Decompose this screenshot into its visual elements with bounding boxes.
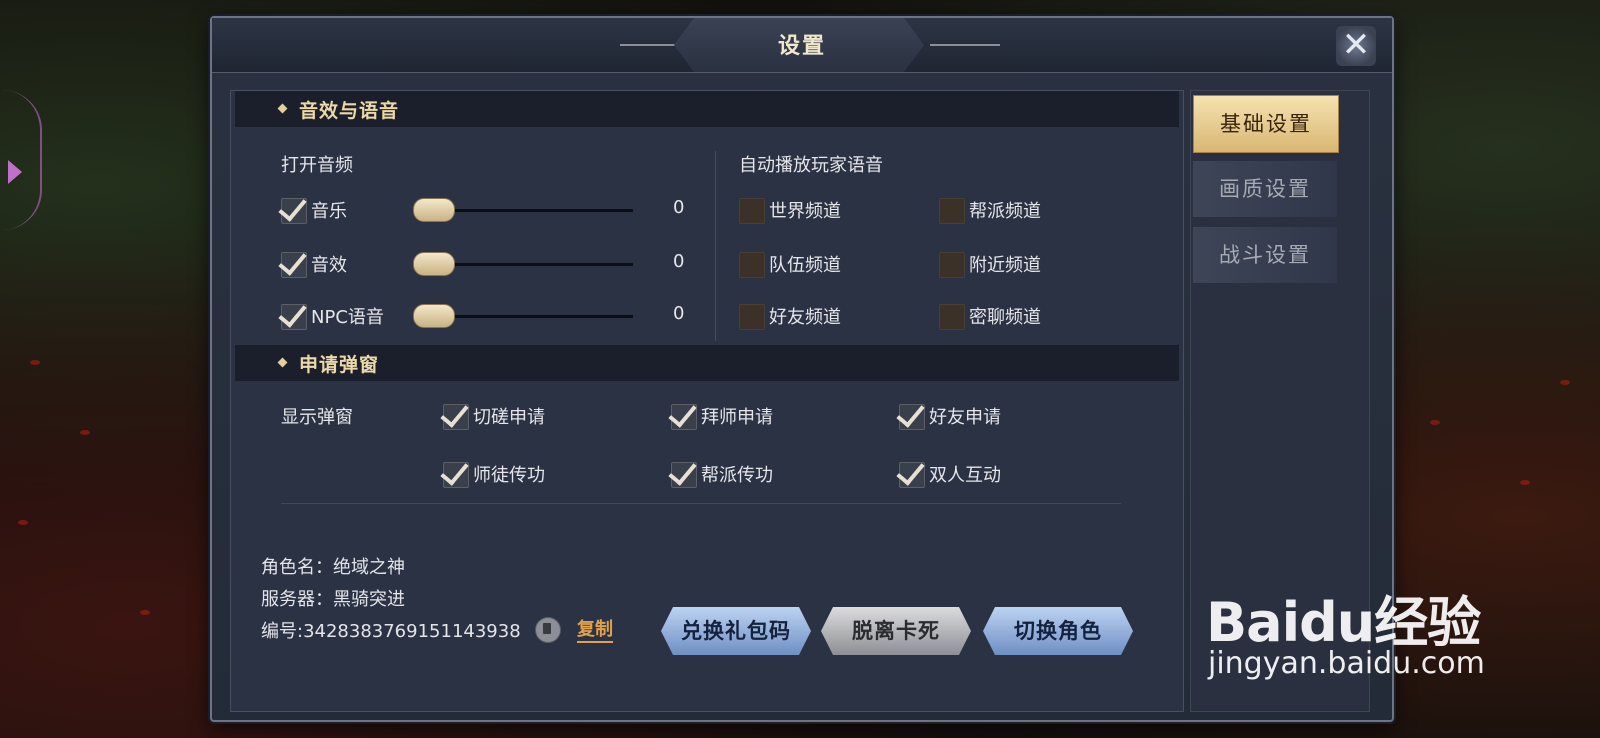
- leaf-decor: [30, 360, 40, 365]
- npc-voice-slider-knob[interactable]: [413, 304, 455, 328]
- diamond-bullet-icon: [277, 103, 288, 114]
- channel-guild-label: 帮派频道: [969, 201, 1041, 222]
- npc-voice-label: NPC语音: [311, 307, 384, 328]
- popup-guild-transfer-checkbox[interactable]: [668, 456, 697, 488]
- popup-friend-checkbox[interactable]: [896, 398, 925, 430]
- popup-duo-interaction-checkbox[interactable]: [896, 456, 925, 488]
- tab-combat-settings[interactable]: 战斗设置: [1193, 227, 1337, 283]
- check-icon: [440, 398, 469, 428]
- copy-id-link[interactable]: 复制: [577, 615, 613, 643]
- channel-world-checkbox[interactable]: [739, 198, 765, 224]
- check-icon: [278, 246, 307, 276]
- audio-column-divider: [715, 151, 716, 341]
- close-icon[interactable]: ✕: [1336, 26, 1376, 66]
- clipboard-icon[interactable]: [535, 617, 561, 643]
- music-slider-knob[interactable]: [413, 198, 455, 222]
- show-popup-label: 显示弹窗: [281, 407, 353, 428]
- autoplay-voice-label: 自动播放玩家语音: [739, 155, 883, 176]
- section-title-popup: 申请弹窗: [299, 354, 380, 376]
- channel-friend-label: 好友频道: [769, 307, 841, 328]
- check-icon: [668, 456, 697, 486]
- sfx-volume-value: 0: [673, 251, 685, 272]
- popup-mentor-transfer-checkbox[interactable]: [440, 456, 469, 488]
- settings-content: 音效与语音 打开音频 音乐 0 音效 0 NPC语音 0 自动播放玩家语音 世界…: [230, 90, 1184, 712]
- popup-friend-label: 好友申请: [929, 407, 1001, 428]
- section-header-popup: 申请弹窗: [235, 345, 1179, 381]
- npc-voice-checkbox[interactable]: [278, 298, 307, 330]
- leaf-decor: [1430, 420, 1440, 425]
- dialog-titlebar: 设置 ✕: [212, 18, 1392, 73]
- sfx-checkbox[interactable]: [278, 246, 307, 278]
- section-header-audio: 音效与语音: [235, 91, 1179, 127]
- channel-world-label: 世界频道: [769, 201, 841, 222]
- check-icon: [896, 456, 925, 486]
- redeem-code-button[interactable]: 兑换礼包码: [661, 607, 811, 655]
- server-name: 服务器：黑骑突进: [261, 589, 405, 610]
- popup-section-divider: [281, 503, 1121, 504]
- channel-private-checkbox[interactable]: [939, 304, 965, 330]
- baidu-watermark-url: jingyan.baidu.com: [1208, 646, 1485, 681]
- character-name: 角色名：绝域之神: [261, 557, 405, 578]
- music-volume-value: 0: [673, 197, 685, 218]
- leaf-decor: [80, 430, 90, 435]
- check-icon: [668, 398, 697, 428]
- popup-guild-transfer-label: 帮派传功: [701, 465, 773, 486]
- tab-basic-settings[interactable]: 基础设置: [1193, 95, 1339, 153]
- side-expand-arrow-icon[interactable]: [8, 160, 22, 184]
- popup-duel-checkbox[interactable]: [440, 398, 469, 430]
- channel-team-label: 队伍频道: [769, 255, 841, 276]
- channel-friend-checkbox[interactable]: [739, 304, 765, 330]
- unstuck-button[interactable]: 脱离卡死: [821, 607, 971, 655]
- check-icon: [278, 298, 307, 328]
- popup-apprentice-label: 拜师申请: [701, 407, 773, 428]
- sfx-slider-knob[interactable]: [413, 252, 455, 276]
- character-id: 编号:3428383769151143938: [261, 621, 521, 642]
- tab-graphics-settings[interactable]: 画质设置: [1193, 161, 1337, 217]
- check-icon: [896, 398, 925, 428]
- leaf-decor: [1560, 380, 1570, 385]
- sfx-label: 音效: [311, 255, 347, 276]
- popup-apprentice-checkbox[interactable]: [668, 398, 697, 430]
- diamond-bullet-icon: [277, 357, 288, 368]
- channel-team-checkbox[interactable]: [739, 252, 765, 278]
- check-icon: [440, 456, 469, 486]
- open-audio-label: 打开音频: [281, 155, 353, 176]
- channel-nearby-label: 附近频道: [969, 255, 1041, 276]
- channel-private-label: 密聊频道: [969, 307, 1041, 328]
- switch-role-button[interactable]: 切换角色: [983, 607, 1133, 655]
- popup-mentor-transfer-label: 师徒传功: [473, 465, 545, 486]
- music-label: 音乐: [311, 201, 347, 222]
- channel-nearby-checkbox[interactable]: [939, 252, 965, 278]
- dialog-title: 设置: [777, 34, 826, 59]
- section-title-audio: 音效与语音: [299, 100, 400, 122]
- check-icon: [278, 192, 307, 222]
- channel-guild-checkbox[interactable]: [939, 198, 965, 224]
- leaf-decor: [1520, 480, 1530, 485]
- npc-voice-volume-value: 0: [673, 303, 685, 324]
- popup-duel-label: 切磋申请: [473, 407, 545, 428]
- leaf-decor: [18, 520, 28, 525]
- leaf-decor: [140, 610, 150, 615]
- music-checkbox[interactable]: [278, 192, 307, 224]
- popup-duo-interaction-label: 双人互动: [929, 465, 1001, 486]
